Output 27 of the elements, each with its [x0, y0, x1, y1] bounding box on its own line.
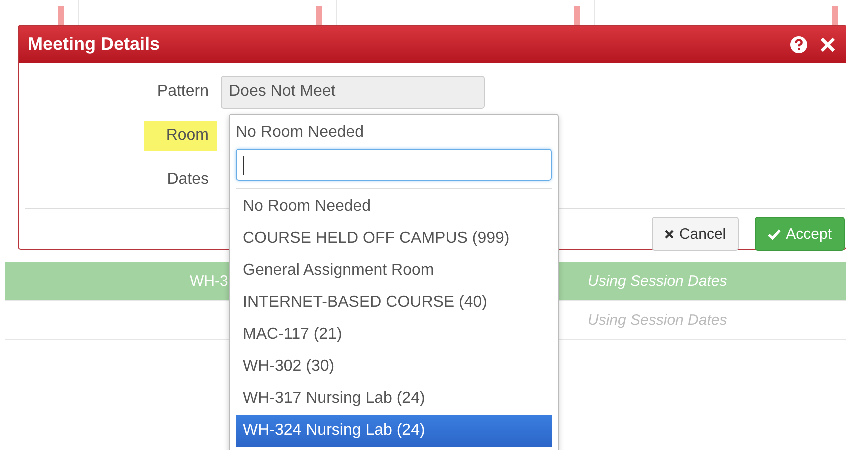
- close-icon[interactable]: [820, 36, 836, 52]
- selected-value[interactable]: No Room Needed: [230, 115, 558, 149]
- table-cell: Using Session Dates: [588, 312, 728, 328]
- field-label: Room: [144, 121, 217, 151]
- search-field[interactable]: [236, 149, 552, 181]
- table-cell: WH-3: [190, 272, 228, 290]
- pattern-field: Does Not Meet: [221, 76, 485, 108]
- dropdown-option[interactable]: WH-302 (30): [236, 351, 552, 383]
- field-label: Dates: [166, 170, 210, 190]
- column-marker: [58, 6, 64, 25]
- window-title: Meeting Details: [28, 34, 162, 55]
- close-icon: [665, 230, 674, 238]
- field-label: Pattern: [156, 82, 210, 102]
- dropdown-option[interactable]: COURSE HELD OFF CAMPUS (999): [236, 223, 552, 255]
- column-marker: [574, 6, 580, 25]
- checkmark-icon: [768, 228, 782, 240]
- dropdown-option[interactable]: WH-324 Nursing Lab (24): [236, 415, 552, 447]
- column-marker: [832, 6, 838, 25]
- dropdown-option[interactable]: INTERNET-BASED COURSE (40): [236, 287, 552, 319]
- dropdown-option[interactable]: MAC-117 (21): [236, 319, 552, 351]
- table-cell: Using Session Dates: [588, 272, 728, 290]
- column-marker: [316, 6, 322, 25]
- help-icon[interactable]: [790, 36, 808, 54]
- dropdown-option[interactable]: No Room Needed: [236, 191, 552, 223]
- dropdown-option[interactable]: WH-317 Nursing Lab (24): [236, 383, 552, 415]
- cancel-button[interactable]: Cancel: [652, 217, 740, 251]
- dropdown-option[interactable]: General Assignment Room: [236, 255, 552, 287]
